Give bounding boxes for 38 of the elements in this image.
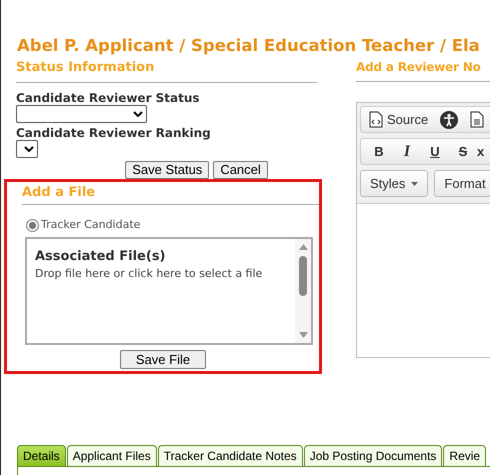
form-button[interactable]: Cancel [213, 160, 268, 178]
scrollbar-thumb[interactable] [299, 256, 307, 296]
page-title: Abel P. Applicant / Special Education Teacher / Ela [17, 35, 480, 57]
section-heading: Status Information [16, 58, 317, 82]
tab[interactable]: Revie [443, 445, 486, 467]
document-code-icon [369, 111, 383, 128]
document-icon[interactable] [470, 111, 484, 128]
select-field[interactable] [16, 140, 38, 158]
dropdown-button[interactable]: Format [434, 170, 490, 197]
subscript-button[interactable]: x [477, 142, 490, 162]
strikethrough-button[interactable]: S [449, 142, 477, 162]
drop-zone-title: Associated File(s) [35, 248, 166, 266]
radio-button[interactable] [26, 218, 39, 232]
drop-zone-hint: Drop file here or click here to select a file [35, 266, 264, 282]
field-label: Candidate Reviewer Ranking [16, 126, 212, 140]
accessibility-icon[interactable] [440, 110, 458, 128]
tab[interactable]: Applicant Files [66, 445, 157, 467]
section-heading: Add a File [22, 182, 319, 205]
caret-icon [411, 182, 418, 186]
radio-label: Tracker Candidate [41, 217, 140, 233]
italic-button[interactable]: I [393, 140, 421, 164]
caret-icon [24, 146, 34, 152]
tab[interactable]: Job Posting Documents [304, 445, 442, 467]
tab[interactable]: Details [17, 445, 66, 467]
field-label: Candidate Reviewer Status [16, 90, 201, 104]
underline-button[interactable]: U [421, 142, 449, 162]
scroll-down-icon[interactable] [298, 332, 308, 338]
tab[interactable]: Tracker Candidate Notes [158, 445, 303, 467]
rich-text-editor[interactable]: Source B I U S x Styles Format [356, 102, 490, 358]
file-drop-zone[interactable]: Associated File(s) Drop file here or click here to select a file [25, 236, 313, 344]
dropdown-button[interactable]: Styles [360, 170, 428, 197]
form-button[interactable]: Save Status [125, 160, 210, 178]
caret-icon [133, 110, 143, 116]
select-field[interactable] [16, 104, 147, 122]
bold-button[interactable]: B [365, 142, 393, 162]
section-heading: Add a Reviewer No [356, 58, 490, 82]
save-file-button[interactable]: Save File [120, 350, 206, 368]
scroll-up-icon[interactable] [298, 244, 308, 250]
